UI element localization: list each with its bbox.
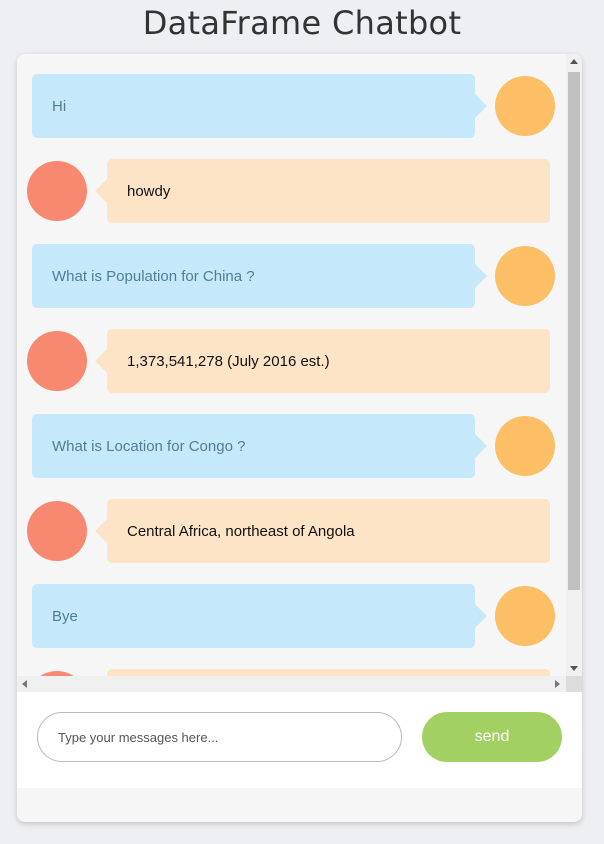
message-bubble: Hi bbox=[32, 74, 487, 138]
message-text: What is Location for Congo ? bbox=[52, 437, 246, 455]
bot-avatar bbox=[27, 501, 87, 561]
message-text: What is Population for China ? bbox=[52, 267, 255, 285]
scroll-left-arrow-icon[interactable] bbox=[22, 680, 27, 688]
vertical-scrollbar[interactable] bbox=[566, 54, 582, 676]
user-message: Bye bbox=[17, 584, 566, 650]
scroll-right-arrow-icon[interactable] bbox=[555, 680, 560, 688]
message-text: Hi bbox=[52, 97, 67, 115]
vertical-scroll-thumb[interactable] bbox=[568, 72, 580, 590]
bot-avatar bbox=[27, 161, 87, 221]
user-message: What is Location for Congo ? bbox=[17, 414, 566, 480]
message-input[interactable] bbox=[37, 712, 402, 762]
scroll-up-arrow-icon[interactable] bbox=[570, 59, 578, 64]
scroll-down-arrow-icon[interactable] bbox=[570, 666, 578, 671]
horizontal-scrollbar[interactable] bbox=[17, 676, 566, 692]
message-list[interactable]: Hi howdy What is Population for China ? 1,3… bbox=[17, 54, 582, 692]
message-bubble: What is Location for Congo ? bbox=[32, 414, 487, 478]
message-text: Bye bbox=[52, 607, 78, 625]
send-button[interactable]: send bbox=[422, 712, 562, 762]
message-bubble: Central Africa, northeast of Angola bbox=[95, 499, 550, 563]
message-bubble: howdy bbox=[95, 159, 550, 223]
bot-message: 1,373,541,278 (July 2016 est.) bbox=[17, 329, 566, 395]
user-message: What is Population for China ? bbox=[17, 244, 566, 310]
bot-avatar bbox=[27, 331, 87, 391]
message-bubble: 1,373,541,278 (July 2016 est.) bbox=[95, 329, 550, 393]
user-message: Hi bbox=[17, 74, 566, 140]
page-title: DataFrame Chatbot bbox=[142, 4, 462, 42]
bot-message: howdy bbox=[17, 159, 566, 225]
message-text: Central Africa, northeast of Angola bbox=[127, 522, 355, 540]
message-bubble: Bye bbox=[32, 584, 487, 648]
composer-bar: send bbox=[17, 692, 582, 788]
message-text: howdy bbox=[127, 182, 171, 200]
bot-message: Central Africa, northeast of Angola bbox=[17, 499, 566, 565]
message-bubble: What is Population for China ? bbox=[32, 244, 487, 308]
chat-window: Hi howdy What is Population for China ? 1,3… bbox=[17, 54, 582, 822]
user-avatar bbox=[495, 76, 555, 136]
user-avatar bbox=[495, 246, 555, 306]
scrollbar-corner bbox=[566, 676, 582, 692]
message-text: 1,373,541,278 (July 2016 est.) bbox=[127, 352, 330, 370]
user-avatar bbox=[495, 416, 555, 476]
user-avatar bbox=[495, 586, 555, 646]
